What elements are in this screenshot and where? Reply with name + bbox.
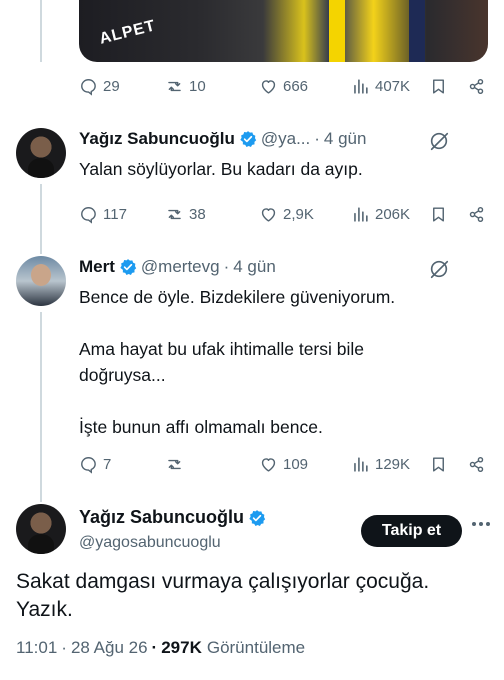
media-stripe	[409, 0, 425, 62]
main-tweet-text: Sakat damgası vurmaya çalışıyorlar çocuğ…	[16, 568, 486, 624]
tweet-meta: 11:01 · 28 Ağu 26 · 297K Görüntüleme	[16, 638, 305, 658]
separator: ·	[61, 638, 67, 657]
like-button[interactable]: 109	[259, 452, 308, 476]
author-handle[interactable]: @mertevg	[141, 257, 220, 277]
separator: ·	[151, 638, 158, 657]
like-count: 2,9K	[283, 205, 314, 223]
thread-line	[40, 184, 42, 254]
thread-line	[40, 312, 42, 502]
tweet-text: Bence de öyle. Bizdekilere güveniyorum. …	[79, 284, 395, 440]
tweet-text-line: Bence de öyle. Bizdekilere güveniyorum.	[79, 287, 396, 307]
share-icon	[469, 206, 484, 222]
more-icon[interactable]	[472, 522, 490, 526]
media-stripe	[329, 0, 345, 62]
retweet-count: 38	[189, 205, 206, 223]
main-tweet-text-line: Sakat damgası vurmaya çalışıyorlar çocuğ…	[16, 570, 430, 593]
retweet-icon	[168, 209, 181, 219]
reply-button[interactable]: 7	[79, 452, 111, 476]
thread-line	[40, 0, 42, 62]
tweet-text: Yalan söylüyorlar. Bu kadarı da ayıp.	[79, 156, 363, 182]
verified-icon	[120, 259, 137, 275]
separator: ·	[314, 129, 320, 148]
views-icon	[354, 206, 368, 222]
tweet-date[interactable]: 28 Ağu 26	[71, 638, 148, 658]
views-count: 129K	[375, 455, 411, 473]
bookmark-icon	[433, 456, 444, 472]
action-bar: 7 109 129K	[79, 452, 489, 476]
views-button[interactable]: 206K	[351, 202, 410, 226]
like-count: 109	[283, 455, 309, 473]
action-bar: 117 38 2,9K 206K	[79, 202, 489, 226]
main-author-handle[interactable]: @yagosabuncuoglu	[79, 534, 221, 552]
like-button[interactable]: 666	[259, 74, 308, 98]
previous-tweet-media-area: ALPET	[0, 0, 504, 68]
retweet-icon	[168, 81, 181, 91]
like-icon	[261, 79, 276, 94]
verified-icon	[240, 131, 257, 147]
author-name[interactable]: Mert	[79, 257, 115, 277]
views-icon	[354, 456, 368, 472]
author-handle[interactable]: @ya...	[261, 129, 310, 149]
views-count: 407K	[375, 77, 411, 95]
reply-button[interactable]: 117	[79, 202, 127, 226]
tweet-time[interactable]: 4 gün	[324, 129, 367, 149]
views-button[interactable]: 407K	[351, 74, 410, 98]
tweet-header: Mert @mertevg · 4 gün	[79, 256, 276, 278]
like-button[interactable]: 2,9K	[259, 202, 314, 226]
grok-icon[interactable]	[428, 130, 450, 152]
main-tweet-text-line: Yazık.	[16, 598, 73, 621]
main-author-name[interactable]: Yağız Sabuncuoğlu	[79, 507, 244, 528]
tweet-time[interactable]: 4 gün	[233, 257, 276, 277]
tweet-text-line: Ama hayat bu ufak ihtimalle tersi bile	[79, 339, 364, 359]
retweet-icon	[168, 459, 181, 469]
tweet-header: Yağız Sabuncuoğlu @ya... · 4 gün	[79, 128, 366, 150]
tweet-text-line: İşte bunun affı olmamalı bence.	[79, 417, 323, 437]
reply-count: 29	[103, 77, 120, 95]
grok-icon[interactable]	[428, 258, 450, 280]
follow-button[interactable]: Takip et	[361, 515, 462, 547]
share-button[interactable]	[467, 74, 486, 98]
reply-count: 7	[103, 455, 112, 473]
like-icon	[261, 457, 276, 472]
tweet-media-image[interactable]: ALPET	[79, 0, 488, 62]
share-button[interactable]	[467, 202, 486, 226]
share-button[interactable]	[467, 452, 486, 476]
tweet-text-line: doğruysa...	[79, 365, 166, 385]
author-name[interactable]: Yağız Sabuncuoğlu	[79, 129, 235, 149]
main-author-avatar[interactable]	[16, 504, 66, 554]
reply-button[interactable]: 29	[79, 74, 120, 98]
bookmark-button[interactable]	[429, 452, 448, 476]
separator: ·	[223, 257, 230, 276]
views-label: Görüntüleme	[206, 638, 306, 657]
avatar[interactable]	[16, 256, 66, 306]
like-icon	[261, 207, 276, 222]
share-icon	[469, 456, 484, 472]
verified-icon	[249, 509, 266, 526]
action-bar: 29 10 666 407K	[79, 74, 489, 98]
main-author-name-row: Yağız Sabuncuoğlu	[79, 507, 266, 528]
media-overlay-text: ALPET	[97, 17, 158, 48]
reply-tweet[interactable]: Mert @mertevg · 4 gün Bence de öyle. Biz…	[0, 256, 504, 502]
bookmark-icon	[433, 78, 444, 94]
retweet-button[interactable]: 38	[165, 202, 206, 226]
retweet-button[interactable]	[165, 452, 189, 476]
views-icon	[354, 78, 368, 94]
retweet-count: 10	[189, 77, 206, 95]
views-count[interactable]: 297K	[161, 638, 202, 658]
tweet-time[interactable]: 11:01	[16, 638, 57, 658]
views-count: 206K	[375, 205, 411, 223]
bookmark-button[interactable]	[429, 202, 448, 226]
reply-icon	[81, 206, 96, 224]
retweet-button[interactable]: 10	[165, 74, 206, 98]
share-icon	[469, 78, 484, 94]
bookmark-button[interactable]	[429, 74, 448, 98]
bookmark-icon	[433, 206, 444, 222]
views-button[interactable]: 129K	[351, 452, 410, 476]
reply-icon	[81, 456, 96, 474]
reply-icon	[81, 78, 96, 96]
tweet-text-line: Yalan söylüyorlar. Bu kadarı da ayıp.	[79, 159, 363, 179]
avatar[interactable]	[16, 128, 66, 178]
reply-count: 117	[103, 205, 127, 223]
like-count: 666	[283, 77, 309, 95]
